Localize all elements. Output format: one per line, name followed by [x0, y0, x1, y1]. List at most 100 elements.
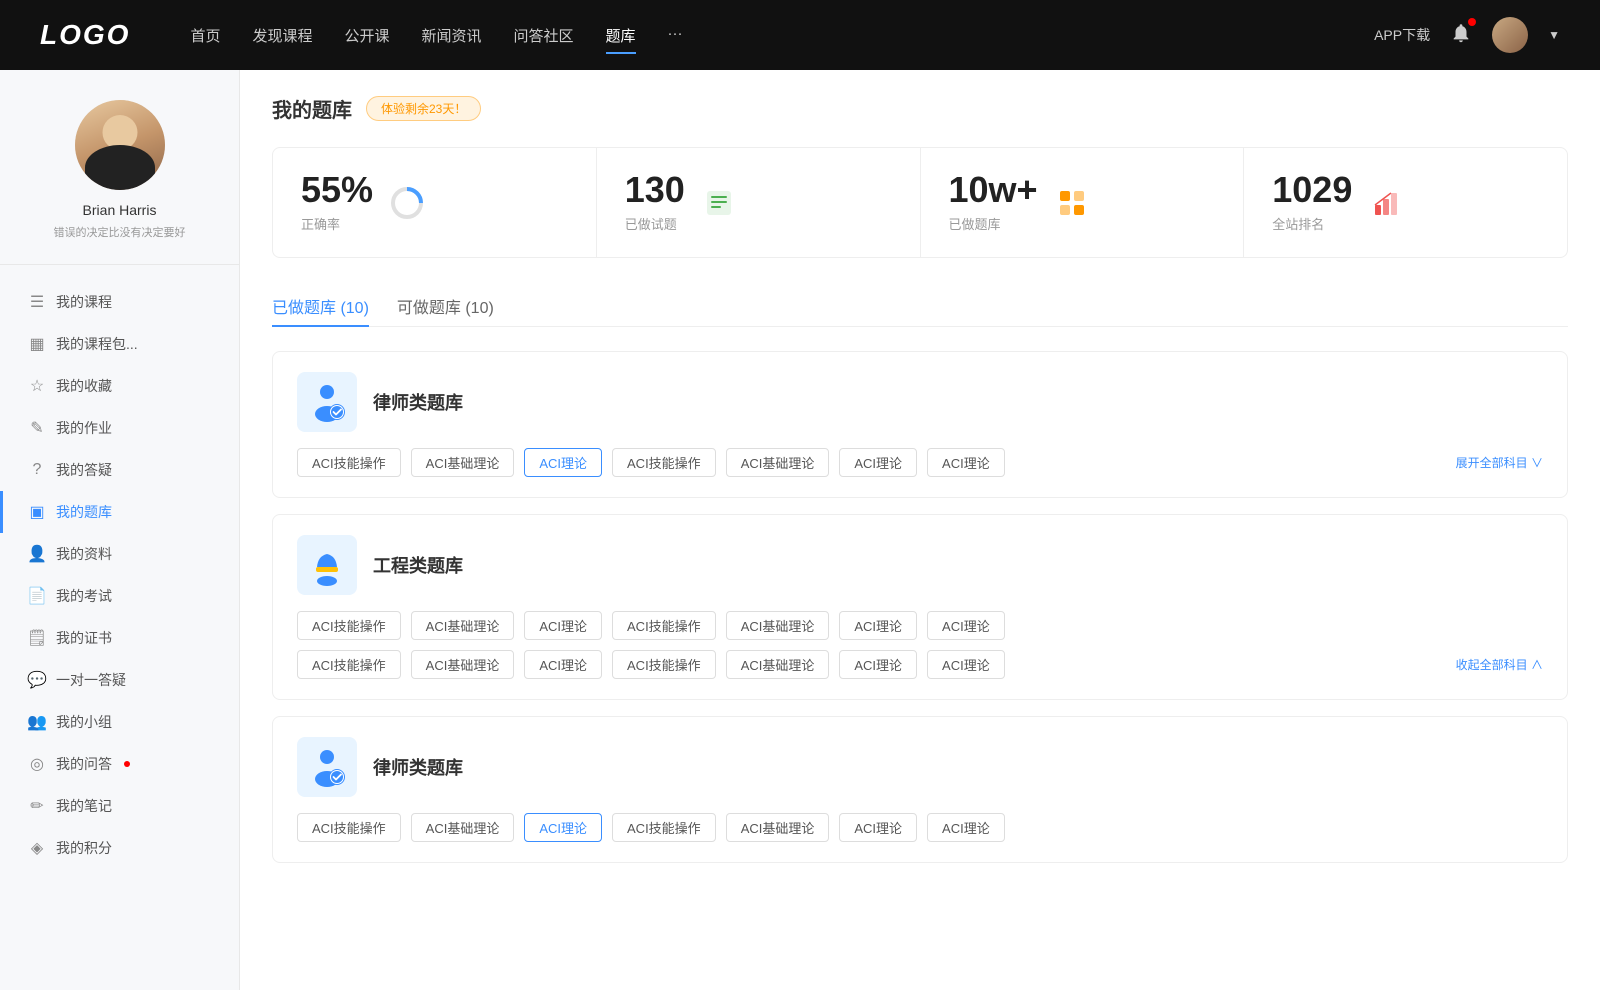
sidebar-item-homework[interactable]: ✎ 我的作业 — [0, 407, 239, 449]
tag-1-0-5[interactable]: ACI理论 — [839, 611, 917, 640]
bank-section-1: 工程类题库 ACI技能操作 ACI基础理论 ACI理论 ACI技能操作 ACI基… — [272, 514, 1568, 700]
app-download[interactable]: APP下载 — [1374, 25, 1430, 45]
menu-label-note: 我的笔记 — [56, 796, 112, 816]
stat-label-questions: 已做试题 — [625, 214, 685, 233]
sidebar-menu: ☰ 我的课程 ▦ 我的课程包... ☆ 我的收藏 ✎ 我的作业 ? 我的答疑 ▣… — [0, 281, 239, 869]
tag-2-4[interactable]: ACI基础理论 — [726, 813, 830, 842]
nav-home[interactable]: 首页 — [190, 21, 220, 50]
nav-qa[interactable]: 问答社区 — [514, 21, 574, 50]
nav-more[interactable]: ··· — [668, 21, 683, 50]
sidebar-item-note[interactable]: ✏ 我的笔记 — [0, 785, 239, 827]
tag-1-0-1[interactable]: ACI基础理论 — [411, 611, 515, 640]
stat-value-block-3: 10w+ 已做题库 — [949, 172, 1038, 233]
tag-1-1-2[interactable]: ACI理论 — [524, 650, 602, 679]
tag-2-1[interactable]: ACI基础理论 — [411, 813, 515, 842]
stat-done-questions: 130 已做试题 — [597, 148, 921, 257]
stat-value-block-1: 55% 正确率 — [301, 172, 373, 233]
main-wrapper: Brian Harris 错误的决定比没有决定要好 ☰ 我的课程 ▦ 我的课程包… — [0, 0, 1600, 990]
tag-1-0-4[interactable]: ACI基础理论 — [726, 611, 830, 640]
tabs-row: 已做题库 (10) 可做题库 (10) — [272, 286, 1568, 327]
sidebar-item-course[interactable]: ☰ 我的课程 — [0, 281, 239, 323]
sidebar-item-cert[interactable]: 🗒 我的证书 — [0, 617, 239, 659]
sidebar-item-group[interactable]: 👥 我的小组 — [0, 701, 239, 743]
tag-2-5[interactable]: ACI理论 — [839, 813, 917, 842]
stat-value-block-2: 130 已做试题 — [625, 172, 685, 233]
lawyer-icon-0 — [297, 372, 357, 432]
tag-0-5[interactable]: ACI理论 — [839, 448, 917, 477]
sidebar-item-exam[interactable]: 📄 我的考试 — [0, 575, 239, 617]
sidebar-item-oneon[interactable]: 💬 一对一答疑 — [0, 659, 239, 701]
tag-0-2[interactable]: ACI理论 — [524, 448, 602, 477]
note-icon: ✏ — [28, 797, 46, 815]
avatar-chevron[interactable]: ▼ — [1548, 28, 1560, 42]
nav-links: 首页 发现课程 公开课 新闻资讯 问答社区 题库 ··· — [190, 21, 1374, 50]
sidebar-item-qa[interactable]: ◎ 我的问答 — [0, 743, 239, 785]
stat-correct-rate: 55% 正确率 — [273, 148, 597, 257]
group-icon: 👥 — [28, 713, 46, 731]
nav-open[interactable]: 公开课 — [344, 21, 389, 50]
qa-icon: ◎ — [28, 755, 46, 773]
sidebar-profile: Brian Harris 错误的决定比没有决定要好 — [0, 100, 239, 265]
main-content: 我的题库 体验剩余23天！ 55% 正确率 — [240, 70, 1600, 990]
menu-label-cert: 我的证书 — [56, 628, 112, 648]
topnav: LOGO 首页 发现课程 公开课 新闻资讯 问答社区 题库 ··· APP下载 … — [0, 0, 1600, 70]
sidebar-avatar — [75, 100, 165, 190]
tag-1-1-3[interactable]: ACI技能操作 — [612, 650, 716, 679]
sidebar-item-data[interactable]: 👤 我的资料 — [0, 533, 239, 575]
tab-todo[interactable]: 可做题库 (10) — [397, 286, 494, 326]
topnav-right: APP下载 ▼ — [1374, 17, 1560, 53]
tag-0-4[interactable]: ACI基础理论 — [726, 448, 830, 477]
tab-done[interactable]: 已做题库 (10) — [272, 286, 369, 326]
tag-1-0-0[interactable]: ACI技能操作 — [297, 611, 401, 640]
bell-badge — [1468, 18, 1476, 26]
user-avatar[interactable] — [1492, 17, 1528, 53]
tag-0-3[interactable]: ACI技能操作 — [612, 448, 716, 477]
nav-bank[interactable]: 题库 — [606, 21, 636, 50]
nav-courses[interactable]: 发现课程 — [252, 21, 312, 50]
trial-badge: 体验剩余23天！ — [366, 96, 481, 121]
stat-label-banks: 已做题库 — [949, 214, 1038, 233]
collapse-link-1[interactable]: 收起全部科目 ∧ — [1456, 656, 1543, 673]
menu-label-oneon: 一对一答疑 — [56, 670, 126, 690]
expand-link-0[interactable]: 展开全部科目 ∨ — [1456, 454, 1543, 471]
sidebar-item-questionask[interactable]: ? 我的答疑 — [0, 449, 239, 491]
tag-1-0-6[interactable]: ACI理论 — [927, 611, 1005, 640]
tag-2-6[interactable]: ACI理论 — [927, 813, 1005, 842]
tag-2-0[interactable]: ACI技能操作 — [297, 813, 401, 842]
sidebar-item-package[interactable]: ▦ 我的课程包... — [0, 323, 239, 365]
tag-0-1[interactable]: ACI基础理论 — [411, 448, 515, 477]
stat-done-banks: 10w+ 已做题库 — [921, 148, 1245, 257]
bar-chart-icon — [1368, 185, 1404, 221]
tag-1-1-1[interactable]: ACI基础理论 — [411, 650, 515, 679]
pie-chart-icon — [389, 185, 425, 221]
tag-0-0[interactable]: ACI技能操作 — [297, 448, 401, 477]
tag-0-6[interactable]: ACI理论 — [927, 448, 1005, 477]
bank-section-2: 律师类题库 ACI技能操作 ACI基础理论 ACI理论 ACI技能操作 ACI基… — [272, 716, 1568, 863]
tag-1-0-3[interactable]: ACI技能操作 — [612, 611, 716, 640]
tag-2-2[interactable]: ACI理论 — [524, 813, 602, 842]
menu-label-data: 我的资料 — [56, 544, 112, 564]
tag-1-0-2[interactable]: ACI理论 — [524, 611, 602, 640]
doc-icon: 👤 — [28, 545, 46, 563]
bank-section-0: 律师类题库 ACI技能操作 ACI基础理论 ACI理论 ACI技能操作 ACI基… — [272, 351, 1568, 498]
sidebar-item-points[interactable]: ◈ 我的积分 — [0, 827, 239, 869]
sidebar-item-bank[interactable]: ▣ 我的题库 — [0, 491, 239, 533]
tag-1-1-4[interactable]: ACI基础理论 — [726, 650, 830, 679]
tag-1-1-6[interactable]: ACI理论 — [927, 650, 1005, 679]
nav-news[interactable]: 新闻资讯 — [422, 21, 482, 50]
tag-1-1-5[interactable]: ACI理论 — [839, 650, 917, 679]
bank-header-0: 律师类题库 — [297, 372, 1543, 432]
bell-button[interactable] — [1450, 22, 1472, 49]
sidebar-item-collect[interactable]: ☆ 我的收藏 — [0, 365, 239, 407]
page-title: 我的题库 — [272, 94, 352, 123]
sidebar: Brian Harris 错误的决定比没有决定要好 ☰ 我的课程 ▦ 我的课程包… — [0, 70, 240, 990]
tag-2-3[interactable]: ACI技能操作 — [612, 813, 716, 842]
tag-1-1-0[interactable]: ACI技能操作 — [297, 650, 401, 679]
exam-icon: 📄 — [28, 587, 46, 605]
cert-icon: 🗒 — [28, 629, 46, 647]
qa-red-dot — [124, 761, 130, 767]
bank-title-0: 律师类题库 — [373, 389, 463, 415]
menu-label-group: 我的小组 — [56, 712, 112, 732]
menu-label-bank: 我的题库 — [56, 502, 112, 522]
sidebar-motto: 错误的决定比没有决定要好 — [54, 224, 186, 240]
